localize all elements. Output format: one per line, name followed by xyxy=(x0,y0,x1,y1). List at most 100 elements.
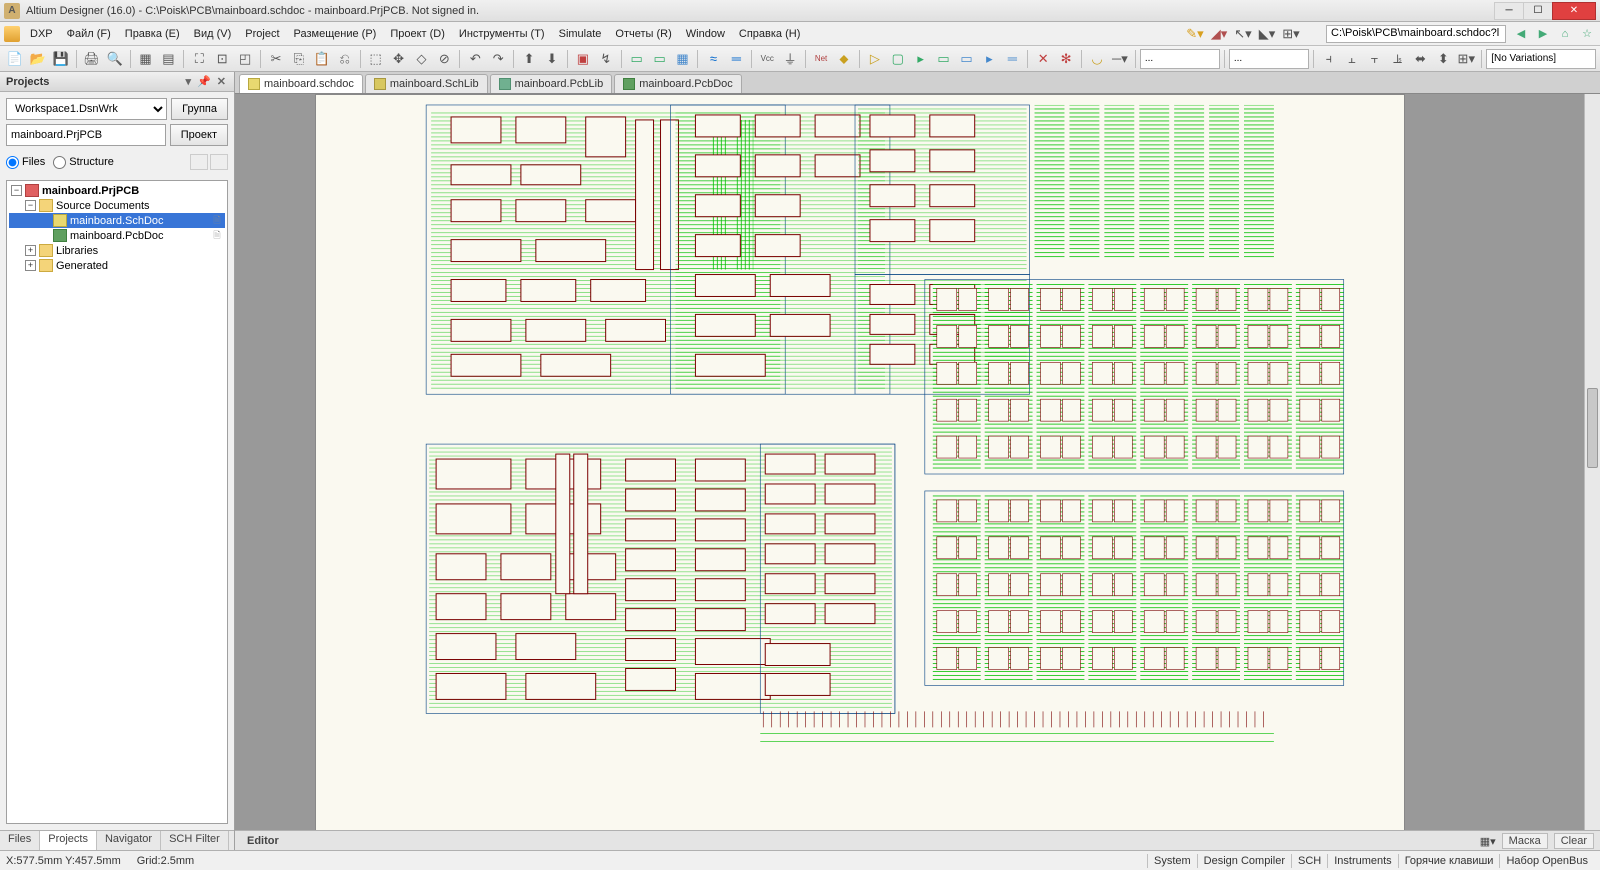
project-tree[interactable]: −mainboard.PrjPCB −Source Documents main… xyxy=(6,180,228,824)
highlight-icon[interactable]: ◢▾ xyxy=(1208,23,1230,45)
doctab-pcblib[interactable]: mainboard.PcbLib xyxy=(490,74,613,93)
doctab-pcbdoc[interactable]: mainboard.PcbDoc xyxy=(614,74,742,93)
align-top-icon[interactable]: ⫟ xyxy=(1364,48,1386,70)
panel2-icon[interactable]: ▤ xyxy=(157,48,179,70)
schematic-canvas[interactable] xyxy=(235,94,1584,830)
move-icon[interactable]: ✥ xyxy=(388,48,410,70)
project-button[interactable]: Проект xyxy=(170,124,228,146)
tree-generated[interactable]: +Generated xyxy=(9,258,225,273)
maximize-button[interactable]: ☐ xyxy=(1523,2,1553,20)
menu-reports[interactable]: Отчеты (R) xyxy=(609,25,677,43)
harness-icon[interactable]: ▦ xyxy=(672,48,694,70)
hierarchy-down-icon[interactable]: ⬇ xyxy=(541,48,563,70)
copy-icon[interactable]: ⎘ xyxy=(288,48,310,70)
nav-star-icon[interactable]: ☆ xyxy=(1578,25,1596,43)
sheet-symbol-icon[interactable]: ▢ xyxy=(887,48,909,70)
signal-harness-icon[interactable]: ═ xyxy=(1001,48,1023,70)
clear-button[interactable]: Clear xyxy=(1554,833,1594,849)
minimize-button[interactable]: ─ xyxy=(1494,2,1524,20)
arc-icon[interactable]: ◡ xyxy=(1086,48,1108,70)
status-design-compiler[interactable]: Design Compiler xyxy=(1197,854,1291,868)
dist-h-icon[interactable]: ⬌ xyxy=(1410,48,1432,70)
select-icon[interactable]: ⬚ xyxy=(365,48,387,70)
mini-icon-2[interactable] xyxy=(210,154,228,170)
nav-fwd-icon[interactable]: ▶ xyxy=(1534,25,1552,43)
status-instruments[interactable]: Instruments xyxy=(1327,854,1397,868)
menu-view[interactable]: Вид (V) xyxy=(188,25,238,43)
mask-button[interactable]: Маска xyxy=(1502,833,1548,849)
redo-icon[interactable]: ↷ xyxy=(487,48,509,70)
wand-icon[interactable]: ✎▾ xyxy=(1184,23,1206,45)
save-icon[interactable]: 💾 xyxy=(50,48,72,70)
filter2-dropdown[interactable]: ... xyxy=(1229,49,1309,69)
align-left-icon[interactable]: ⫞ xyxy=(1318,48,1340,70)
tree-libraries[interactable]: +Libraries xyxy=(9,243,225,258)
radio-files[interactable]: Files xyxy=(6,156,45,169)
panel1-icon[interactable]: ▦ xyxy=(135,48,157,70)
tab-projects[interactable]: Projects xyxy=(40,831,97,850)
group-button[interactable]: Группа xyxy=(171,98,228,120)
menu-edit[interactable]: Правка (E) xyxy=(119,25,186,43)
radio-structure[interactable]: Structure xyxy=(53,156,114,169)
grid-menu-icon[interactable]: ⊞▾ xyxy=(1280,23,1302,45)
mini-icon-1[interactable] xyxy=(190,154,208,170)
workspace-dropdown[interactable]: Workspace1.DsnWrk xyxy=(6,98,167,120)
part-icon[interactable]: ▷ xyxy=(864,48,886,70)
new-doc-icon[interactable]: 📄 xyxy=(4,48,26,70)
open-icon[interactable]: 📂 xyxy=(27,48,49,70)
tab-sch-filter[interactable]: SCH Filter xyxy=(161,831,229,850)
align-right-icon[interactable]: ⫠ xyxy=(1341,48,1363,70)
no-erc-icon[interactable]: ✕ xyxy=(1032,48,1054,70)
tree-schdoc[interactable]: mainboard.SchDoc 🗎 xyxy=(9,213,225,228)
dist-v-icon[interactable]: ⬍ xyxy=(1432,48,1454,70)
cursor-icon[interactable]: ↖▾ xyxy=(1232,23,1254,45)
harness-conn-icon[interactable]: ▭ xyxy=(956,48,978,70)
panel-pin-icon[interactable]: 📌 xyxy=(195,75,213,88)
project-field[interactable] xyxy=(6,124,166,146)
tree-source-documents[interactable]: −Source Documents xyxy=(9,198,225,213)
align-grid-icon[interactable]: ⊞▾ xyxy=(1455,48,1477,70)
tree-project-root[interactable]: −mainboard.PrjPCB xyxy=(9,183,225,198)
deselect-icon[interactable]: ◇ xyxy=(411,48,433,70)
port-icon[interactable]: ⬥ xyxy=(833,48,855,70)
panel-close-icon[interactable]: ✕ xyxy=(215,75,228,88)
zoom-fit-icon[interactable]: ⛶ xyxy=(188,48,210,70)
menu-tools[interactable]: Инструменты (T) xyxy=(453,25,551,43)
menu-simulate[interactable]: Simulate xyxy=(553,25,608,43)
status-sch[interactable]: SCH xyxy=(1291,854,1327,868)
menu-file[interactable]: Файл (F) xyxy=(61,25,117,43)
filter-dropdown[interactable]: ... xyxy=(1140,49,1220,69)
compile-icon[interactable]: ▣ xyxy=(572,48,594,70)
editor-tab[interactable]: Editor xyxy=(241,835,285,847)
align-bottom-icon[interactable]: ⫡ xyxy=(1387,48,1409,70)
bus-icon[interactable]: ═ xyxy=(725,48,747,70)
menu-place[interactable]: Размещение (P) xyxy=(288,25,383,43)
menu-proekt[interactable]: Проект (D) xyxy=(384,25,451,43)
status-system[interactable]: System xyxy=(1147,854,1197,868)
menu-help[interactable]: Справка (H) xyxy=(733,25,806,43)
cut-icon[interactable]: ✂ xyxy=(265,48,287,70)
nav-back-icon[interactable]: ◀ xyxy=(1512,25,1530,43)
undo-icon[interactable]: ↶ xyxy=(464,48,486,70)
zoom-sel-icon[interactable]: ◰ xyxy=(234,48,256,70)
close-button[interactable]: ✕ xyxy=(1552,2,1596,20)
dxp-icon[interactable] xyxy=(4,26,20,42)
zoom-area-icon[interactable]: ⊡ xyxy=(211,48,233,70)
mask-level-icon[interactable]: ▦▾ xyxy=(1480,835,1496,848)
device-icon[interactable]: ▭ xyxy=(649,48,671,70)
harness-entry-icon[interactable]: ▸ xyxy=(978,48,1000,70)
hierarchy-up-icon[interactable]: ⬆ xyxy=(518,48,540,70)
tree-pcbdoc[interactable]: mainboard.PcbDoc 🗎 xyxy=(9,228,225,243)
cross-probe-icon[interactable]: ↯ xyxy=(595,48,617,70)
doctab-schdoc[interactable]: mainboard.schdoc xyxy=(239,74,363,93)
path-box[interactable]: C:\Poisk\PCB\mainboard.schdoc?l xyxy=(1326,25,1506,43)
stamp-icon[interactable]: ⎌ xyxy=(334,48,356,70)
tab-files[interactable]: Files xyxy=(0,831,40,850)
doctab-schlib[interactable]: mainboard.SchLib xyxy=(365,74,488,93)
vcc-icon[interactable]: Vcc xyxy=(756,48,778,70)
nav-home-icon[interactable]: ⌂ xyxy=(1556,25,1574,43)
panel-menu-icon[interactable]: ▾ xyxy=(184,75,194,88)
status-openbus[interactable]: Набор OpenBus xyxy=(1499,854,1594,868)
sheet-icon[interactable]: ▭ xyxy=(626,48,648,70)
print-icon[interactable]: 🖨 xyxy=(81,48,103,70)
